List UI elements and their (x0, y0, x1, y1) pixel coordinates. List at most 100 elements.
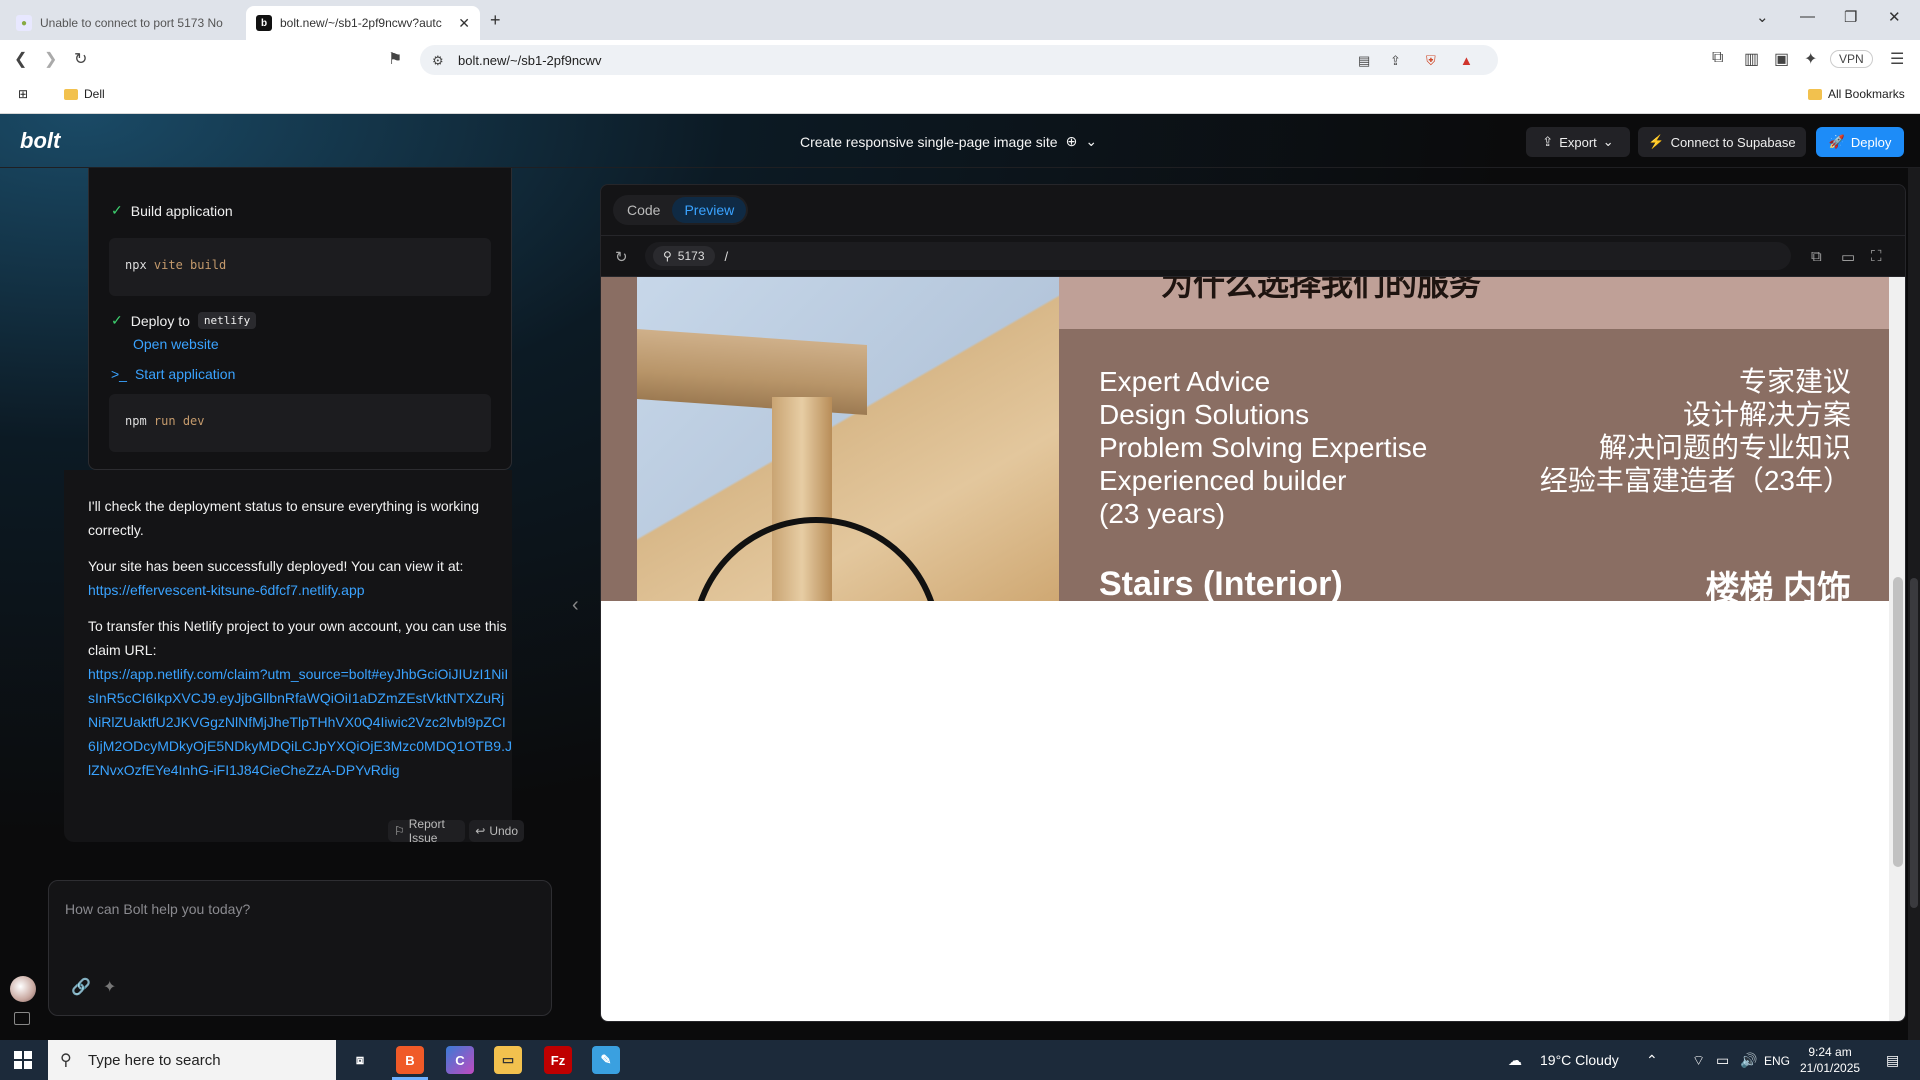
reader-mode-icon[interactable]: ▤ (1358, 53, 1370, 69)
task-view-icon[interactable]: ⧈ (346, 1046, 374, 1074)
back-icon[interactable]: ❮ (14, 49, 27, 69)
windows-start-icon[interactable] (14, 1051, 32, 1069)
weather-text[interactable]: 19°C Cloudy (1540, 1052, 1619, 1068)
vpn-button[interactable]: VPN (1830, 50, 1873, 68)
app-header: bolt Create responsive single-page image… (0, 114, 1920, 168)
sidebar-toggle-icon[interactable]: ▥ (1744, 49, 1759, 69)
system-clock[interactable]: 9:24 am 21/01/2025 (1800, 1044, 1860, 1076)
site-info-icon[interactable]: ⚙ (432, 53, 444, 69)
brave-rewards-icon[interactable]: ▲ (1460, 53, 1473, 68)
message-actions: ⚐ Report Issue ↩ Undo (388, 817, 524, 845)
apps-grid-icon[interactable]: ⊞ (18, 87, 28, 101)
bolt-logo[interactable]: bolt (20, 128, 60, 154)
start-command: npm run dev (109, 394, 491, 452)
language-indicator[interactable]: ENG (1764, 1054, 1790, 1068)
share-icon[interactable]: ⇪ (1390, 53, 1401, 69)
preview-url-bar[interactable]: ⚲ 5173 / (645, 242, 1791, 270)
weather-icon[interactable]: ☁ (1508, 1052, 1522, 1069)
site-url-link[interactable]: https://effervescent-kitsune-6dfcf7.netl… (88, 582, 365, 598)
preview-scroll-thumb[interactable] (1893, 577, 1903, 867)
notifications-icon[interactable]: ▤ (1886, 1052, 1899, 1069)
reload-icon[interactable]: ↻ (74, 49, 87, 69)
extensions-icon[interactable]: ⧉ (1712, 49, 1723, 67)
bookmark-icon[interactable]: ⚑ (388, 49, 402, 69)
fullscreen-icon[interactable]: ⛶ (1871, 248, 1882, 265)
tab-search-icon[interactable]: ⌄ (1756, 8, 1769, 26)
connect-supabase-button[interactable]: ⚡ Connect to Supabase (1638, 127, 1806, 157)
file-explorer-icon[interactable]: ▭ (494, 1046, 522, 1074)
sidebar-toggle-icon[interactable] (14, 1012, 30, 1025)
port-selector[interactable]: ⚲ 5173 (653, 246, 715, 266)
taskbar-search[interactable]: ⚲ Type here to search (48, 1040, 336, 1080)
deploy-button[interactable]: 🚀 Deploy (1816, 127, 1904, 157)
tab-title: Unable to connect to port 5173 No (40, 16, 223, 30)
export-label: Export (1559, 134, 1597, 150)
brave-browser-icon[interactable]: B (396, 1046, 424, 1074)
display-icon[interactable]: ▭ (1716, 1052, 1729, 1069)
device-toggle-icon[interactable]: ▭ (1841, 248, 1855, 266)
minimize-icon[interactable]: — (1800, 8, 1815, 25)
all-bookmarks-folder[interactable]: All Bookmarks (1808, 87, 1905, 101)
wallet-icon[interactable]: ▣ (1774, 49, 1789, 69)
action-deploy: ✓ Deploy to netlify (111, 312, 257, 329)
chevron-down-icon: ⌄ (1602, 134, 1614, 149)
browser-tab-bolt[interactable]: b bolt.new/~/sb1-2pf9ncwv?autc ✕ (246, 6, 480, 40)
enhance-prompt-icon[interactable]: ✦ (103, 977, 116, 997)
undo-button[interactable]: ↩ Undo (469, 820, 524, 842)
menu-icon[interactable]: ☰ (1890, 49, 1904, 69)
tab-code[interactable]: Code (615, 197, 672, 223)
open-new-window-icon[interactable]: ⧉ (1811, 248, 1822, 265)
bookmark-folder-dell[interactable]: Dell (64, 87, 105, 101)
claim-url-link[interactable]: https://app.netlify.com/claim?utm_source… (88, 666, 512, 778)
link-text: Open website (133, 336, 219, 352)
action-label: Build application (130, 202, 233, 219)
command-args: vite build (153, 258, 227, 272)
rocket-icon: 🚀 (1828, 134, 1845, 149)
action-label: Deploy to (130, 312, 190, 329)
reload-preview-icon[interactable]: ↻ (615, 248, 628, 266)
volume-icon[interactable]: 🔊 (1740, 1052, 1757, 1069)
action-start: >_ Start application (111, 366, 235, 382)
export-button[interactable]: ⇪ Export ⌄ (1526, 127, 1630, 157)
paint-app-icon[interactable]: ✎ (592, 1046, 620, 1074)
bolt-app: bolt Create responsive single-page image… (0, 114, 1920, 1041)
all-bookmarks-label: All Bookmarks (1828, 87, 1905, 101)
tray-chevron-icon[interactable]: ⌃ (1646, 1052, 1658, 1069)
folder-icon (1808, 88, 1822, 100)
brave-shield-icon[interactable]: ⛨ (1426, 53, 1436, 69)
project-title[interactable]: Create responsive single-page image site… (800, 133, 1097, 150)
restore-icon[interactable]: ❐ (1844, 8, 1857, 26)
browser-tab-port-error[interactable]: ● Unable to connect to port 5173 No (6, 6, 242, 40)
workbench: Code Preview ↻ ⚲ 5173 / ⧉ ▭ ⛶ 为什么选择我们的服务 (600, 184, 1906, 1022)
tab-title: bolt.new/~/sb1-2pf9ncwv?autc (280, 16, 442, 30)
report-issue-button[interactable]: ⚐ Report Issue (388, 817, 466, 845)
forward-icon[interactable]: ❯ (44, 49, 57, 69)
prompt-input[interactable]: How can Bolt help you today? 🔗 ✦ (48, 880, 552, 1016)
page-scrollbar[interactable] (1908, 168, 1920, 1041)
close-window-icon[interactable]: ✕ (1888, 8, 1901, 26)
copilot-icon[interactable]: C (446, 1046, 474, 1074)
leo-ai-icon[interactable]: ✦ (1804, 49, 1817, 69)
clock-date: 21/01/2025 (1800, 1061, 1861, 1075)
url-bar[interactable]: ⚙ bolt.new/~/sb1-2pf9ncwv ▤ ⇪ ⛨ ▲ (420, 45, 1498, 75)
network-icon[interactable]: ⌔ (1692, 1052, 1705, 1070)
site-preview: 为什么选择我们的服务 Expert Advice Design Solution… (601, 277, 1889, 1021)
undo-label: Undo (489, 824, 518, 838)
preview-scrollbar[interactable] (1889, 277, 1905, 1021)
user-avatar[interactable] (10, 976, 36, 1002)
filezilla-icon[interactable]: Fz (544, 1046, 572, 1074)
close-tab-icon[interactable]: ✕ (458, 15, 470, 32)
open-website-link[interactable]: Open website (133, 336, 219, 352)
command: npm (125, 414, 147, 428)
new-tab-button[interactable]: + (490, 10, 501, 31)
stair-photo (637, 277, 1059, 601)
page-scroll-thumb[interactable] (1910, 578, 1918, 908)
prompt-placeholder: How can Bolt help you today? (65, 901, 251, 917)
tab-preview[interactable]: Preview (672, 197, 747, 223)
services-section: 为什么选择我们的服务 Expert Advice Design Solution… (601, 277, 1889, 608)
collapse-chat-icon[interactable]: ‹ (572, 594, 579, 617)
chevron-down-icon: ⌄ (1085, 133, 1098, 149)
windows-taskbar: ⚲ Type here to search ⧈ B C ▭ Fz ✎ ☁ 19°… (0, 1040, 1920, 1080)
clock-time: 9:24 am (1808, 1045, 1852, 1059)
attach-link-icon[interactable]: 🔗 (71, 977, 91, 997)
